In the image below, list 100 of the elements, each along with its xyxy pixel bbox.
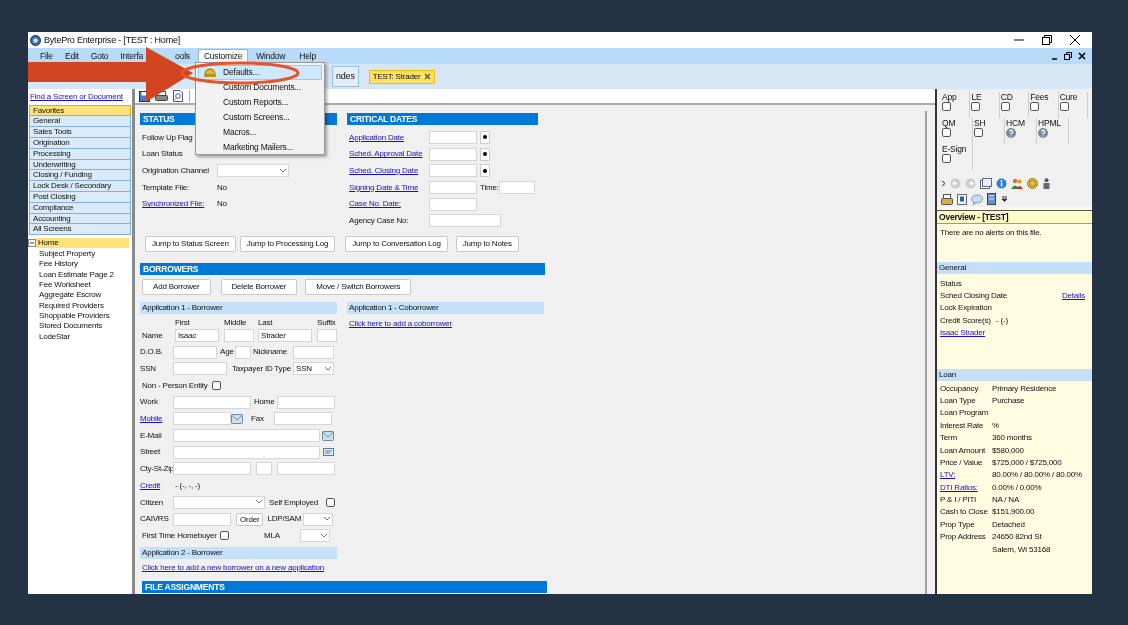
input-field[interactable] bbox=[293, 345, 334, 359]
jump-button[interactable]: Jump to Processing Log bbox=[239, 236, 336, 253]
search-document-icon[interactable] bbox=[173, 90, 184, 102]
input-field[interactable] bbox=[429, 214, 501, 228]
input-field[interactable] bbox=[429, 164, 477, 178]
link[interactable]: DTI Ratios: bbox=[940, 482, 992, 493]
link[interactable]: Click here to add a new borrower on a new application bbox=[142, 563, 324, 573]
document-icon[interactable] bbox=[957, 193, 967, 205]
input-field[interactable] bbox=[277, 462, 335, 476]
input-field[interactable]: Strader bbox=[258, 328, 312, 342]
checkbox[interactable] bbox=[942, 128, 951, 138]
category-tab[interactable]: Favorites bbox=[29, 104, 131, 117]
input-field[interactable] bbox=[429, 130, 477, 144]
link[interactable]: Credit bbox=[140, 480, 173, 491]
tree-item[interactable]: Aggregate Escrow bbox=[37, 290, 104, 301]
menu-item[interactable]: Custom Documents... bbox=[198, 80, 322, 95]
restore-icon[interactable] bbox=[1064, 52, 1072, 60]
menu-item[interactable]: Marketing Mailers... bbox=[198, 140, 322, 155]
server-icon[interactable] bbox=[987, 193, 997, 205]
address-card-icon[interactable] bbox=[323, 448, 334, 457]
tree-item[interactable]: Required Providers bbox=[37, 300, 106, 311]
borrower-button[interactable]: Add Borrower bbox=[142, 279, 211, 296]
date-picker-button[interactable] bbox=[480, 130, 490, 144]
close-icon[interactable] bbox=[1078, 52, 1086, 60]
category-tab[interactable]: Sales Tools bbox=[29, 126, 131, 138]
checkbox[interactable] bbox=[1059, 102, 1069, 112]
dropdown-caret-icon[interactable] bbox=[1001, 196, 1008, 202]
input-field[interactable] bbox=[429, 147, 477, 161]
link[interactable]: Signing Date & Time bbox=[349, 182, 429, 193]
input-field[interactable] bbox=[173, 412, 231, 426]
date-picker-button[interactable] bbox=[480, 164, 490, 178]
tree-item[interactable]: Fee History bbox=[37, 259, 80, 270]
link[interactable]: Isaac Strader bbox=[940, 328, 985, 338]
menu-item[interactable]: Macros... bbox=[198, 125, 322, 140]
input-field[interactable] bbox=[429, 197, 477, 211]
link[interactable]: Find a Screen or Document bbox=[30, 92, 132, 102]
people-icon[interactable] bbox=[1011, 177, 1023, 189]
checkbox[interactable] bbox=[971, 102, 981, 112]
input-field[interactable] bbox=[274, 412, 332, 426]
file-tab[interactable]: TEST: Strader bbox=[368, 69, 436, 84]
borrower-button[interactable]: Move / Switch Borrowers bbox=[305, 279, 412, 296]
checkbox[interactable] bbox=[211, 381, 221, 391]
input-field[interactable] bbox=[429, 180, 477, 194]
printer-icon[interactable] bbox=[941, 193, 953, 205]
link[interactable]: LTV: bbox=[940, 470, 992, 480]
link[interactable]: Application Date bbox=[349, 132, 429, 143]
link[interactable]: Details bbox=[1061, 290, 1085, 301]
checkbox[interactable] bbox=[326, 497, 335, 507]
input-field[interactable]: Isaac bbox=[175, 328, 219, 342]
link[interactable]: Mobile bbox=[140, 414, 173, 424]
input-field[interactable] bbox=[173, 512, 231, 526]
link[interactable]: Sched. Closing Date bbox=[349, 165, 429, 176]
checkbox[interactable] bbox=[942, 102, 951, 112]
dropdown-field[interactable] bbox=[173, 495, 265, 509]
input-field[interactable] bbox=[173, 362, 227, 376]
input-field[interactable] bbox=[173, 462, 251, 476]
tree-item[interactable]: LodeStar bbox=[37, 331, 72, 342]
envelope-icon[interactable] bbox=[231, 413, 243, 424]
chevron-right-icon[interactable] bbox=[941, 179, 946, 187]
category-tab[interactable]: All Screens bbox=[29, 223, 131, 236]
checkbox[interactable] bbox=[974, 128, 983, 138]
restore-icon[interactable] bbox=[1042, 35, 1052, 45]
input-field[interactable] bbox=[173, 445, 320, 459]
link[interactable]: Synchronized File: bbox=[142, 199, 217, 209]
tree-item[interactable]: Loan Estimate Page 2 bbox=[37, 269, 116, 280]
close-icon[interactable] bbox=[1070, 35, 1080, 45]
chat-bubble-icon[interactable] bbox=[971, 193, 983, 205]
menu-item[interactable]: File bbox=[34, 48, 59, 64]
toolbar-button[interactable]: ndes bbox=[332, 66, 359, 87]
jump-button[interactable]: Jump to Notes bbox=[455, 236, 519, 253]
input-field[interactable] bbox=[317, 328, 337, 342]
menu-item[interactable]: ools bbox=[169, 48, 196, 64]
scrollbar[interactable] bbox=[925, 111, 927, 594]
figure-icon[interactable] bbox=[1042, 177, 1051, 189]
checkbox[interactable] bbox=[220, 531, 229, 541]
tree-item[interactable]: Subject Property bbox=[37, 248, 97, 259]
menu-item[interactable]: Help bbox=[293, 48, 322, 64]
dropdown-field[interactable]: SSN bbox=[293, 362, 334, 376]
window-icon[interactable] bbox=[980, 177, 992, 189]
input-field[interactable] bbox=[235, 345, 251, 359]
input-field[interactable] bbox=[173, 345, 217, 359]
jump-button[interactable]: Jump to Conversation Log bbox=[345, 236, 448, 253]
link[interactable]: Sched. Approval Date bbox=[349, 149, 429, 159]
tree-item[interactable]: Home bbox=[36, 238, 129, 249]
input-field[interactable] bbox=[173, 429, 320, 443]
date-picker-button[interactable] bbox=[480, 147, 490, 161]
borrower-button[interactable]: Delete Borrower bbox=[220, 279, 298, 296]
menu-item[interactable]: Window bbox=[250, 48, 292, 64]
info-icon[interactable] bbox=[996, 177, 1007, 189]
menu-item[interactable]: Goto bbox=[84, 48, 115, 64]
checkbox[interactable] bbox=[1030, 102, 1040, 112]
menu-item[interactable]: Custom Screens... bbox=[198, 110, 322, 125]
jump-button[interactable]: Jump to Status Screen bbox=[145, 236, 236, 253]
tree-item[interactable]: Stored Documents bbox=[37, 321, 105, 332]
envelope-icon[interactable] bbox=[322, 430, 334, 441]
tree-item[interactable]: Fee Worksheet bbox=[37, 279, 93, 290]
checkbox[interactable] bbox=[942, 154, 951, 164]
input-field[interactable] bbox=[498, 180, 535, 194]
link[interactable]: Case No. Date: bbox=[349, 199, 429, 209]
menu-item[interactable]: Custom Reports... bbox=[198, 95, 322, 110]
